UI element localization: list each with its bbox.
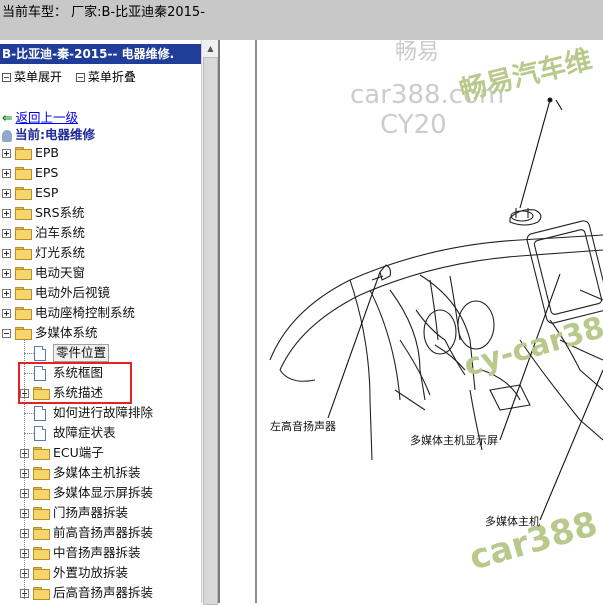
expand-icon xyxy=(2,72,11,82)
folder-icon xyxy=(33,447,50,460)
tree-item-label: 外置功放拆装 xyxy=(53,565,129,580)
folder-icon xyxy=(33,507,50,520)
folder-icon xyxy=(33,587,50,600)
window-titlebar: 当前车型： 厂家:B-比亚迪秦2015- xyxy=(0,0,603,41)
location-icon xyxy=(2,129,12,142)
tree-connector xyxy=(24,353,34,354)
tree-item-label: EPB xyxy=(35,145,60,160)
tree-item-label: ECU端子 xyxy=(53,445,104,460)
current-location: 当前:电器维修 xyxy=(2,124,95,143)
folder-icon xyxy=(33,567,50,580)
tree-item-label: 多媒体系统 xyxy=(35,325,98,340)
folder-icon xyxy=(15,207,32,220)
folder-icon xyxy=(15,247,32,260)
folder-icon xyxy=(15,187,32,200)
expand-toggle-icon[interactable] xyxy=(2,289,11,298)
tree-scrollbar[interactable]: ▲ xyxy=(201,40,219,605)
document-icon xyxy=(34,346,46,361)
tree-item-label: 电动天窗 xyxy=(35,265,86,280)
expand-toggle-icon[interactable] xyxy=(2,229,11,238)
caption-head-unit: 多媒体主机 xyxy=(485,515,540,528)
folder-icon xyxy=(15,167,32,180)
tree-item-label: ESP xyxy=(35,185,59,200)
tree-item-label: 前高音扬声器拆装 xyxy=(53,525,154,540)
collapse-toggle-icon[interactable] xyxy=(2,329,11,338)
expand-toggle-icon[interactable] xyxy=(2,149,11,158)
tree-item-label: 电动座椅控制系统 xyxy=(35,305,136,320)
folder-icon xyxy=(15,307,32,320)
dashboard-diagram xyxy=(255,40,603,603)
menu-collapse-button[interactable]: 菜单折叠 xyxy=(88,70,136,84)
folder-icon xyxy=(33,487,50,500)
tree-item-label: 零件位置 xyxy=(53,344,110,362)
collapse-icon xyxy=(75,72,85,82)
folder-open-icon xyxy=(15,327,32,340)
tree-item-label: 后高音扬声器拆装 xyxy=(53,585,154,600)
expand-toggle-icon[interactable] xyxy=(2,169,11,178)
document-icon xyxy=(34,426,46,441)
tree-connector xyxy=(24,413,34,414)
tree-item-label: EPS xyxy=(35,165,59,180)
tree-item-label: 门扬声器拆装 xyxy=(53,505,129,520)
expand-toggle-icon[interactable] xyxy=(2,309,11,318)
tree-header: B-比亚迪-秦-2015-- 电器维修. xyxy=(0,44,201,64)
tree-item-label: 如何进行故障排除 xyxy=(53,405,154,420)
expand-toggle-icon[interactable] xyxy=(2,249,11,258)
folder-icon xyxy=(15,267,32,280)
expand-toggle-icon[interactable] xyxy=(2,209,11,218)
tree-item-label: 电动外后视镜 xyxy=(35,285,111,300)
caption-left-tweeter: 左高音扬声器 xyxy=(270,420,336,433)
folder-icon xyxy=(33,547,50,560)
tree-item-label: 中音扬声器拆装 xyxy=(53,545,141,560)
scroll-up-icon[interactable]: ▲ xyxy=(202,40,219,57)
folder-icon xyxy=(33,527,50,540)
back-link[interactable]: 返回上一级 xyxy=(15,110,78,125)
expand-toggle-icon[interactable] xyxy=(2,189,11,198)
highlight-box xyxy=(18,362,132,404)
folder-icon xyxy=(15,287,32,300)
tree-item-label: 多媒体主机拆装 xyxy=(53,465,141,480)
folder-icon xyxy=(33,467,50,480)
diagram-viewer: 畅易 car388.com CY20 畅易汽车维 cy-car388 car38… xyxy=(220,40,603,603)
menu-expand-button[interactable]: 菜单展开 xyxy=(14,70,62,84)
tree-item-label: 故障症状表 xyxy=(53,425,116,440)
expand-toggle-icon[interactable] xyxy=(2,269,11,278)
tree-item-label: 泊车系统 xyxy=(35,225,86,240)
tree-connector xyxy=(24,433,34,434)
caption-display: 多媒体主机显示屏 xyxy=(410,434,498,447)
document-icon xyxy=(34,406,46,421)
tree-item-label: SRS系统 xyxy=(35,205,85,220)
tree-item-label: 多媒体显示屏拆装 xyxy=(53,485,154,500)
navigation-tree-panel: B-比亚迪-秦-2015-- 电器维修. 菜单展开 菜单折叠 ⇐ 返回上一级 当前… xyxy=(0,40,201,603)
menu-actions: 菜单展开 菜单折叠 xyxy=(0,68,136,85)
current-location-label: 当前:电器维修 xyxy=(15,127,95,142)
tree-item-label: 灯光系统 xyxy=(35,245,86,260)
scrollbar-thumb[interactable] xyxy=(203,57,218,605)
back-arrow-icon: ⇐ xyxy=(2,110,13,125)
window-title: 当前车型： 厂家:B-比亚迪秦2015- xyxy=(2,5,205,20)
folder-icon xyxy=(15,227,32,240)
folder-icon xyxy=(15,147,32,160)
